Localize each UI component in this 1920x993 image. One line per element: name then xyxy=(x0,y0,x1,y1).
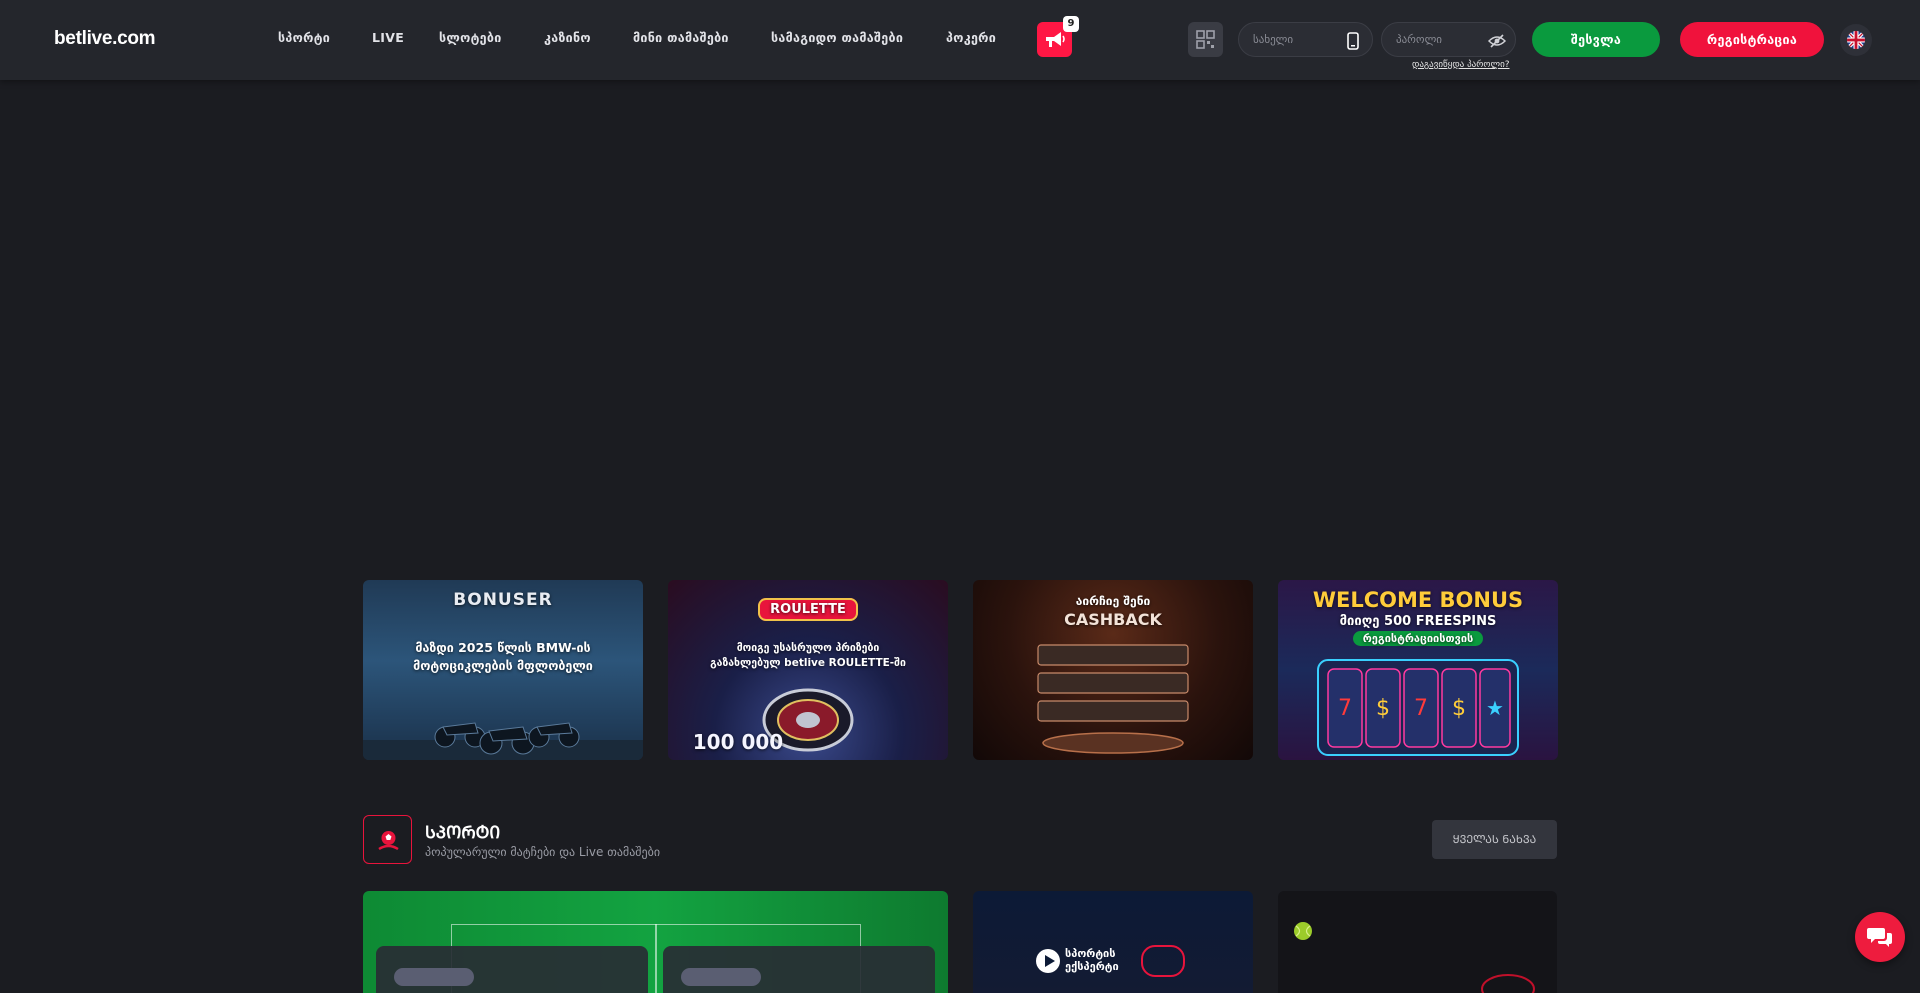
soccer-icon xyxy=(378,831,399,851)
promotions-button[interactable]: 9 xyxy=(1037,16,1079,57)
top-header: betlive.com სპორტი LIVE სლოტები კაზინო მ… xyxy=(0,0,1920,80)
motorcycles-image xyxy=(363,722,643,760)
uk-flag-icon xyxy=(1847,31,1865,49)
banner-line: მოტოციკლების მფლობელი xyxy=(413,658,593,673)
tennis-ball-icon xyxy=(1294,922,1312,940)
phone-icon[interactable] xyxy=(1347,32,1359,50)
banner-title: BONUSER xyxy=(453,590,553,610)
sport-expert-line1: სპორტის xyxy=(1065,947,1116,960)
featured-matches-card xyxy=(363,891,948,993)
banner-line: რეგისტრაციისთვის xyxy=(1278,631,1558,646)
eye-slash-icon[interactable] xyxy=(1488,34,1506,48)
megaphone-icon xyxy=(1046,32,1065,47)
banner-line: გაზახლებულ betlive ROULETTE-ში xyxy=(710,657,906,669)
match-tile[interactable] xyxy=(663,946,935,993)
banner-title: WELCOME BONUS xyxy=(1312,588,1524,612)
nav-item-casino[interactable]: კაზინო xyxy=(544,30,591,45)
sport-expert-label: სპორტის ექსპერტი xyxy=(1065,947,1119,973)
chat-icon xyxy=(1867,928,1892,947)
qr-code-button[interactable] xyxy=(1188,22,1223,57)
sport-expert-line2: ექსპერტი xyxy=(1065,960,1119,973)
password-input[interactable] xyxy=(1396,23,1486,56)
qr-code-icon xyxy=(1196,30,1215,49)
svg-text:7: 7 xyxy=(1338,696,1352,721)
cashback-levels-image xyxy=(1037,644,1189,754)
racket-icon xyxy=(1481,974,1535,993)
svg-text:$: $ xyxy=(1376,696,1390,721)
tennis-card[interactable] xyxy=(1278,891,1557,993)
sport-expert-badge xyxy=(1141,945,1185,977)
match-tile[interactable] xyxy=(376,946,648,993)
match-tile-placeholder xyxy=(394,968,474,986)
sport-section-icon-box xyxy=(363,815,412,864)
banner-title: CASHBACK xyxy=(1064,610,1162,629)
nav-item-mini-games[interactable]: მინი თამაშები xyxy=(633,30,729,45)
password-field xyxy=(1381,22,1516,57)
banner-line: მიიღე 500 FREESPINS xyxy=(1339,614,1497,629)
pitch-line xyxy=(655,924,657,993)
forgot-password-link[interactable]: დაგავიწყდა პაროლი? xyxy=(1412,60,1510,70)
banner-title-text: ROULETTE xyxy=(758,598,858,621)
banner-line: აირჩიე შენი xyxy=(1075,594,1151,608)
username-input[interactable] xyxy=(1253,23,1343,56)
promo-banner-cashback[interactable]: აირჩიე შენი CASHBACK xyxy=(973,580,1253,760)
svg-text:$: $ xyxy=(1452,696,1466,721)
promo-banner-roulette[interactable]: ROULETTE მოიგე უსასრულო პრიზები გაზახლებ… xyxy=(668,580,948,760)
nav-item-sport[interactable]: სპორტი xyxy=(278,30,330,45)
promo-banner-bonuser[interactable]: BONUSER მაზდი 2025 წლის BMW-ის მოტოციკლე… xyxy=(363,580,643,760)
banner-line: მაზდი 2025 წლის BMW-ის xyxy=(415,640,591,655)
nav-item-table-games[interactable]: სამაგიდო თამაშები xyxy=(771,30,903,45)
banner-title: ROULETTE xyxy=(668,598,948,621)
register-button[interactable]: რეგისტრაცია xyxy=(1680,22,1824,57)
login-button[interactable]: შესვლა xyxy=(1532,22,1660,57)
site-logo[interactable]: betlive.com xyxy=(54,28,156,50)
banner-line: მოიგე უსასრულო პრიზები xyxy=(736,642,880,654)
nav-item-live[interactable]: LIVE xyxy=(372,30,404,45)
language-button[interactable] xyxy=(1840,24,1872,56)
banner-prize-amount: 100 000 xyxy=(692,730,784,754)
nav-item-poker[interactable]: პოკერი xyxy=(946,30,996,45)
slot-machine-image: 7 $ 7 $ ★ xyxy=(1317,659,1519,756)
promotions-count-badge: 9 xyxy=(1063,16,1079,32)
svg-text:★: ★ xyxy=(1486,696,1504,720)
sport-expert-card[interactable]: სპორტის ექსპერტი xyxy=(973,891,1253,993)
nav-item-slots[interactable]: სლოტები xyxy=(439,30,502,45)
section-subtitle: პოპულარული მატჩები და Live თამაშები xyxy=(425,845,661,859)
live-chat-button[interactable] xyxy=(1855,912,1905,962)
play-icon xyxy=(1036,949,1060,973)
svg-text:7: 7 xyxy=(1414,696,1428,721)
promo-banner-welcome-bonus[interactable]: WELCOME BONUS მიიღე 500 FREESPINS რეგისტ… xyxy=(1278,580,1558,760)
banner-badge: რეგისტრაციისთვის xyxy=(1352,631,1484,646)
section-title: ᲡᲞᲝᲠᲢᲘ xyxy=(425,823,501,843)
see-all-button[interactable]: ᲧᲕᲔᲚᲐᲡ ᲜᲐᲮᲕᲐ xyxy=(1432,820,1557,859)
username-field xyxy=(1238,22,1373,57)
match-tile-placeholder xyxy=(681,968,761,986)
